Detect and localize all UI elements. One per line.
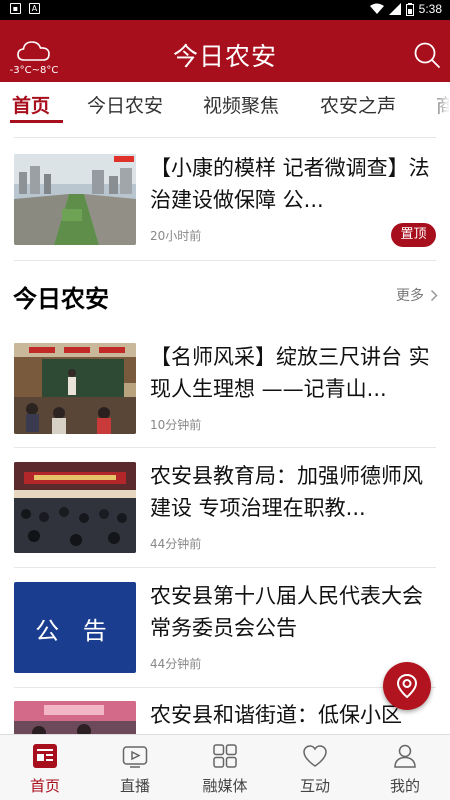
news-time: 20小时前 — [150, 229, 202, 243]
pinned-badge: 置顶 — [391, 223, 436, 247]
status-time: 5:38 — [418, 2, 442, 16]
tab-fade — [430, 82, 450, 127]
nav-label: 我的 — [389, 777, 420, 795]
heart-icon — [303, 745, 327, 767]
search-icon[interactable] — [412, 40, 442, 70]
pinned-news-item[interactable]: 【小康的模样 记者微调查】法治建设做保障 公... 20小时前 置顶 — [0, 154, 450, 274]
section-title: 今日农安 — [13, 285, 109, 313]
divider — [14, 260, 436, 261]
news-time: 44分钟前 — [150, 537, 202, 551]
chevron-right-icon — [430, 289, 438, 301]
divider — [14, 447, 436, 448]
news-thumbnail — [14, 343, 136, 434]
divider — [14, 137, 436, 138]
nav-home[interactable]: 首页 — [0, 735, 90, 800]
channel-tabs: 首页 今日农安 视频聚焦 农安之声 商 — [0, 82, 450, 127]
nav-interact[interactable]: 互动 — [270, 735, 360, 800]
home-news-icon — [33, 744, 57, 768]
nav-media[interactable]: 融媒体 — [180, 735, 270, 800]
app-header: -3°C~8°C 今日农安 — [0, 20, 450, 82]
battery-icon — [405, 2, 414, 16]
status-right-icons: 5:38 — [369, 2, 442, 16]
notice-thumb-text: 公 告 — [35, 617, 115, 645]
news-item[interactable]: 农安县教育局：加强师德师风建设 专项治理在职教... 44分钟前 — [0, 462, 450, 582]
news-title: 【名师风采】绽放三尺讲台 实现人生理想 ——记青山... — [150, 345, 430, 401]
bottom-navigation: 首页 直播 融媒体 互动 我的 — [0, 734, 450, 800]
live-tv-icon — [122, 746, 148, 768]
location-fab[interactable] — [383, 662, 431, 710]
nav-label: 首页 — [29, 777, 60, 795]
page-title: 今日农安 — [172, 42, 277, 71]
app-a-icon: A — [29, 3, 40, 14]
user-icon — [394, 744, 416, 768]
nav-label: 融媒体 — [202, 777, 248, 795]
nav-profile[interactable]: 我的 — [360, 735, 450, 800]
more-link[interactable]: 更多 — [396, 285, 438, 305]
news-thumbnail — [14, 462, 136, 553]
tab-nongan-voice[interactable]: 农安之声 — [320, 91, 396, 118]
news-thumbnail: 公 告 — [14, 582, 136, 673]
news-thumbnail — [14, 701, 136, 734]
nav-live[interactable]: 直播 — [90, 735, 180, 800]
active-tab-indicator — [10, 120, 63, 123]
media-grid-icon — [213, 744, 237, 768]
nav-label: 互动 — [299, 777, 330, 795]
divider — [14, 687, 436, 688]
news-title: 【小康的模样 记者微调查】法治建设做保障 公... — [150, 156, 430, 212]
news-title: 农安县第十八届人民代表大会常务委员会公告 — [150, 584, 423, 640]
nav-label: 直播 — [119, 777, 150, 795]
tab-today-nongan[interactable]: 今日农安 — [87, 91, 163, 118]
more-label: 更多 — [396, 288, 424, 304]
status-bar: ▪ A 5:38 — [0, 0, 450, 20]
news-title: 农安县教育局：加强师德师风建设 专项治理在职教... — [150, 464, 423, 520]
status-left-icons: ▪ A — [10, 3, 40, 14]
news-item[interactable]: 【名师风采】绽放三尺讲台 实现人生理想 ——记青山... 10分钟前 — [0, 343, 450, 463]
tab-home[interactable]: 首页 — [12, 91, 50, 118]
tab-video-focus[interactable]: 视频聚焦 — [203, 91, 279, 118]
wifi-icon — [369, 3, 384, 14]
divider — [14, 567, 436, 568]
news-thumbnail — [14, 154, 136, 245]
news-time: 10分钟前 — [150, 418, 202, 432]
signal-icon — [388, 3, 401, 15]
news-time: 44分钟前 — [150, 657, 202, 671]
news-feed[interactable]: 【小康的模样 记者微调查】法治建设做保障 公... 20小时前 置顶 今日农安 … — [0, 127, 450, 734]
location-pin-icon — [396, 673, 418, 699]
notification-icon: ▪ — [10, 3, 21, 14]
